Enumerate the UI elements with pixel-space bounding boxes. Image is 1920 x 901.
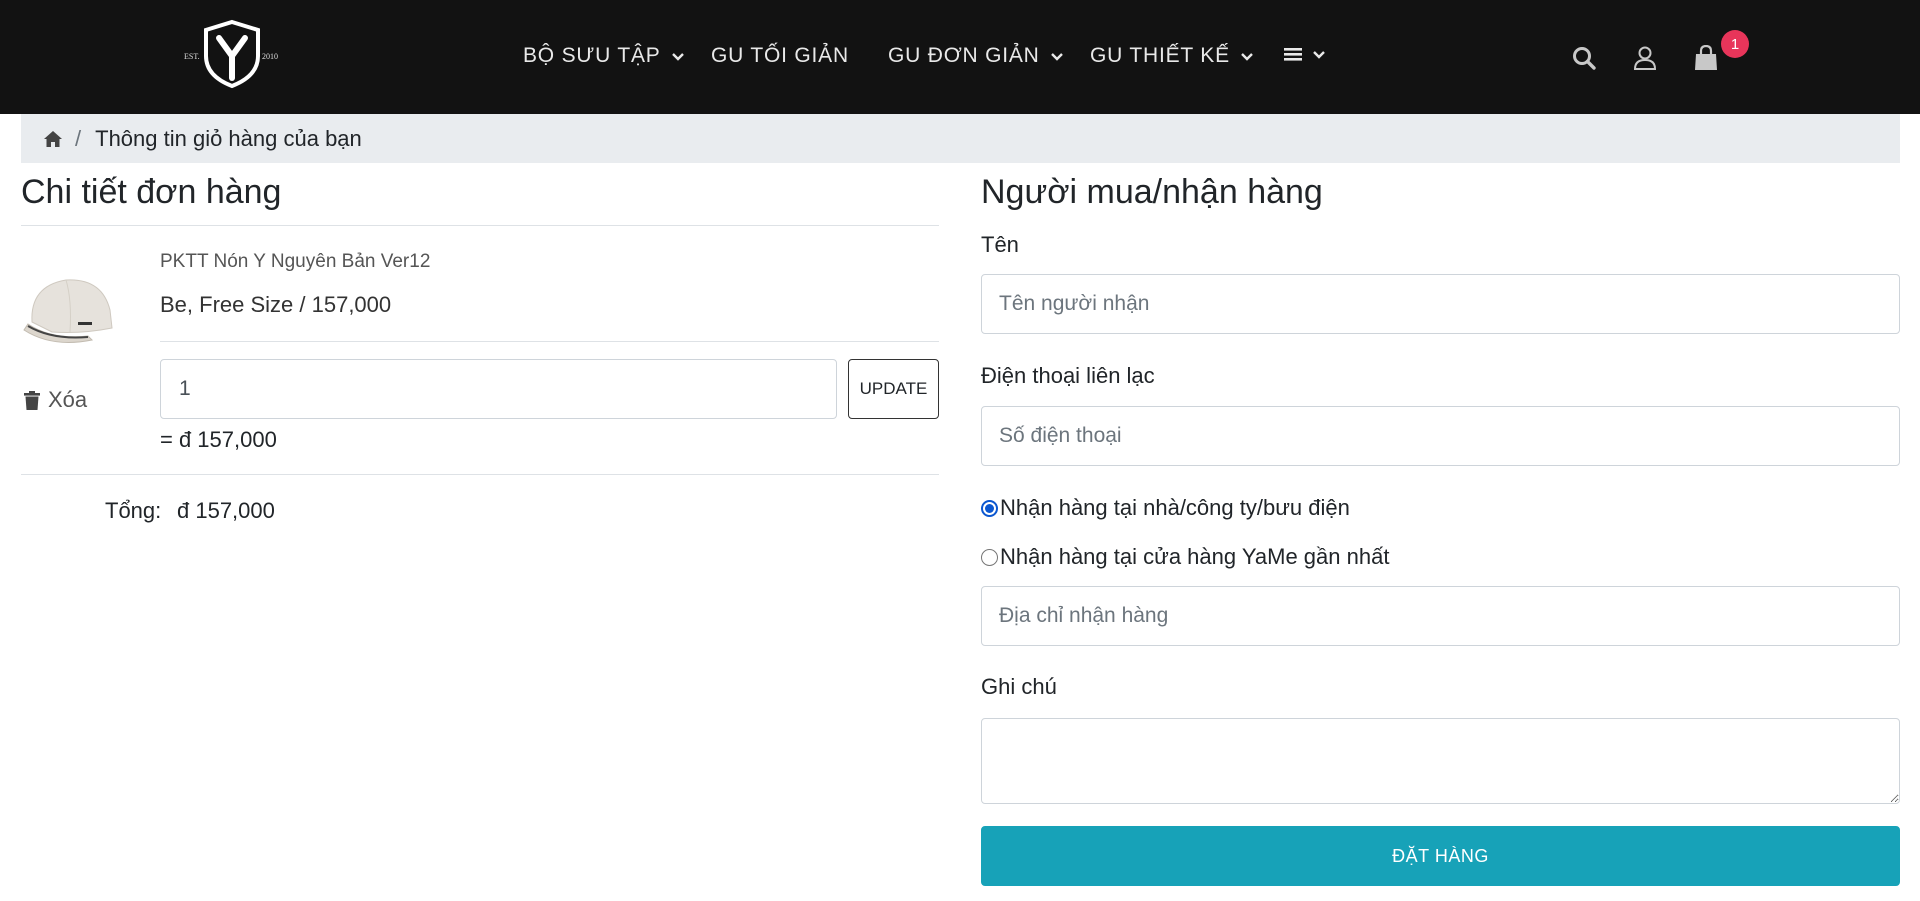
delete-label: Xóa <box>48 387 88 412</box>
phone-label: Điện thoại liên lạc <box>981 363 1155 388</box>
name-label: Tên <box>981 232 1019 257</box>
phone-input[interactable] <box>981 406 1900 466</box>
delivery-option-home[interactable]: Nhận hàng tại nhà/công ty/bưu điện <box>981 495 1350 521</box>
delivery-option-label: Nhận hàng tại nhà/công ty/bưu điện <box>1000 495 1350 520</box>
delivery-option-label: Nhận hàng tại cửa hàng YaMe gần nhất <box>1000 544 1390 569</box>
divider <box>21 225 939 226</box>
home-icon[interactable] <box>43 130 63 148</box>
nav-item-label: BỘ SƯU TẬP <box>523 44 661 67</box>
hamburger-icon <box>1284 48 1302 61</box>
chevron-down-icon <box>1241 53 1253 61</box>
address-input[interactable] <box>981 586 1900 646</box>
logo-year-text: 2010 <box>262 52 278 61</box>
nav-item-label: GU THIẾT KẾ <box>1090 44 1230 67</box>
breadcrumb-current: Thông tin giỏ hàng của bạn <box>95 125 362 151</box>
logo-est-text: EST. <box>184 52 200 61</box>
radio-button-checked[interactable] <box>981 499 998 517</box>
breadcrumb-separator: / <box>75 125 82 151</box>
product-variant: Be, Free Size / 157,000 <box>160 292 392 317</box>
buyer-section-title: Người mua/nhận hàng <box>981 173 1323 211</box>
nav-item-bo-suu-tap[interactable]: BỘ SƯU TẬP <box>523 44 685 68</box>
nav-item-label: GU ĐƠN GIẢN <box>888 44 1040 67</box>
delivery-option-store[interactable]: Nhận hàng tại cửa hàng YaMe gần nhất <box>981 544 1389 570</box>
quantity-input[interactable] <box>160 359 837 419</box>
cart-count-badge: 1 <box>1721 30 1749 58</box>
nav-item-gu-thiet-ke[interactable]: GU THIẾT KẾ <box>1090 44 1254 68</box>
total-value: đ 157,000 <box>177 498 275 523</box>
user-icon[interactable] <box>1632 45 1658 71</box>
chevron-down-icon <box>1050 53 1063 61</box>
place-order-button[interactable]: ĐẶT HÀNG <box>981 826 1900 886</box>
line-total: = đ 157,000 <box>160 427 277 452</box>
divider <box>21 474 939 475</box>
nav-item-gu-toi-gian[interactable]: GU TỐI GIẢN <box>711 44 849 68</box>
note-label: Ghi chú <box>981 674 1057 699</box>
shopping-bag-icon[interactable] <box>1693 45 1719 71</box>
order-details-title: Chi tiết đơn hàng <box>21 173 282 211</box>
recipient-name-input[interactable] <box>981 274 1900 334</box>
update-button[interactable]: UPDATE <box>848 359 939 419</box>
top-navbar: EST. 2010 BỘ SƯU TẬP GU TỐI GIẢN GU ĐƠN … <box>0 0 1920 114</box>
product-name[interactable]: PKTT Nón Y Nguyên Bản Ver12 <box>160 251 430 273</box>
note-textarea[interactable] <box>981 718 1900 804</box>
search-icon[interactable] <box>1571 45 1597 71</box>
delete-item-link[interactable]: Xóa <box>24 387 87 413</box>
trash-icon <box>24 390 40 410</box>
total-label: Tổng: <box>105 498 162 523</box>
radio-button[interactable] <box>981 548 998 566</box>
chevron-down-icon <box>671 53 684 61</box>
nav-item-more-menu[interactable] <box>1284 46 1326 62</box>
baseball-cap-image[interactable] <box>22 270 118 350</box>
chevron-down-icon <box>1313 51 1325 59</box>
nav-item-gu-don-gian[interactable]: GU ĐƠN GIẢN <box>888 44 1064 68</box>
breadcrumb: / Thông tin giỏ hàng của bạn <box>21 114 1900 163</box>
nav-item-label: GU TỐI GIẢN <box>711 44 849 67</box>
divider <box>160 341 939 342</box>
shield-y-logo-icon[interactable]: EST. 2010 <box>182 18 282 90</box>
